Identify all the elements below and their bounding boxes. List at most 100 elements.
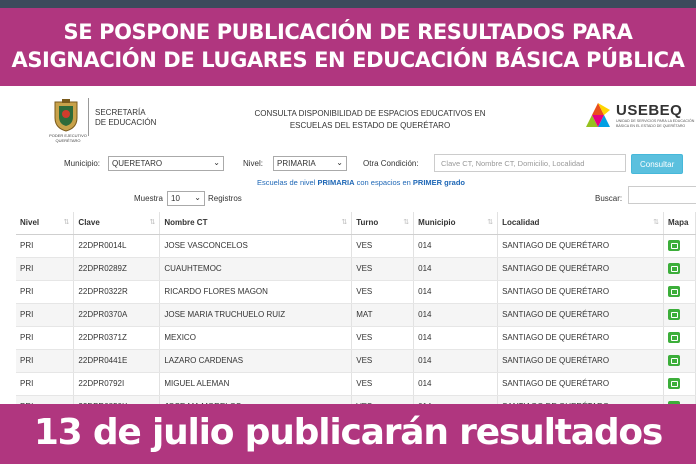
cell-localidad: SANTIAGO DE QUERÉTARO bbox=[497, 326, 664, 350]
cell-clave: 22DPR0370A bbox=[73, 303, 161, 327]
chevron-down-icon: ⌄ bbox=[336, 158, 343, 167]
cell-localidad: SANTIAGO DE QUERÉTARO bbox=[497, 349, 664, 373]
nivel-select[interactable]: PRIMARIA ⌄ bbox=[273, 156, 347, 171]
sort-icon: ⇅ bbox=[653, 219, 659, 226]
page-length-value: 10 bbox=[171, 194, 180, 203]
sort-icon: ⇅ bbox=[149, 219, 156, 226]
cell-clave: 22DPR0014L bbox=[73, 234, 161, 258]
cell-localidad: SANTIAGO DE QUERÉTARO bbox=[497, 280, 664, 304]
cell-nivel: PRI bbox=[16, 303, 75, 327]
header-divider bbox=[88, 98, 89, 136]
cell-clave: 22DPR0322R bbox=[73, 280, 161, 304]
col-header-clave[interactable]: Clave ⇅ bbox=[73, 212, 161, 235]
col-header-mapa-label: Mapa bbox=[667, 218, 689, 228]
cell-turno: VES bbox=[351, 349, 415, 373]
map-icon[interactable] bbox=[667, 309, 680, 320]
cell-municipio: 014 bbox=[413, 395, 499, 404]
col-header-nombre[interactable]: Nombre CT ⇅ bbox=[159, 212, 353, 235]
table-row: PRI 22DPR0371Z MEXICO VES 014 SANTIAGO D… bbox=[16, 326, 696, 350]
buscar-label: Buscar: bbox=[595, 194, 623, 203]
cell-nombre: MEXICO bbox=[159, 326, 353, 350]
sort-icon: ⇅ bbox=[403, 219, 410, 226]
usebeq-name: USEBEQ bbox=[616, 102, 683, 119]
map-icon[interactable] bbox=[667, 378, 680, 389]
cell-municipio: 014 bbox=[413, 349, 499, 373]
col-header-clave-label: Clave bbox=[78, 218, 100, 228]
muestra-label: Muestra bbox=[134, 194, 163, 203]
map-icon[interactable] bbox=[667, 355, 680, 366]
cell-mapa bbox=[663, 303, 696, 327]
cell-turno: VES bbox=[351, 372, 415, 396]
municipio-label: Municipio: bbox=[64, 159, 101, 168]
table-row: PRI 22DPR0370A JOSE MARIA TRUCHUELO RUIZ… bbox=[16, 303, 696, 327]
col-header-mapa[interactable]: Mapa bbox=[663, 212, 696, 235]
col-header-turno-label: Turno bbox=[356, 218, 379, 228]
sort-icon: ⇅ bbox=[487, 219, 494, 226]
page-length-select[interactable]: 10 ⌄ bbox=[167, 191, 205, 206]
col-header-nivel[interactable]: Nivel ⇅ bbox=[16, 212, 75, 235]
cell-localidad: SANTIAGO DE QUERÉTARO bbox=[497, 303, 664, 327]
usebeq-subtitle: UNIDAD DE SERVICIOS PARA LA EDUCACIÓN BÁ… bbox=[616, 119, 695, 128]
cell-nivel: PRI bbox=[16, 349, 75, 373]
cell-nombre: JOSE MA MORELOS bbox=[159, 395, 353, 404]
chevron-down-icon: ⌄ bbox=[194, 193, 201, 202]
page-title-line-2: ESCUELAS DEL ESTADO DE QUERÉTARO bbox=[289, 121, 451, 130]
cell-nivel: PRI bbox=[16, 395, 75, 404]
col-header-municipio[interactable]: Municipio ⇅ bbox=[413, 212, 499, 235]
page-title-line-1: CONSULTA DISPONIBILIDAD DE ESPACIOS EDUC… bbox=[254, 109, 486, 118]
nivel-select-value: PRIMARIA bbox=[277, 159, 316, 168]
cell-mapa bbox=[663, 257, 696, 281]
screenshot-page: PODER EJECUTIVO QUERÉTARO SECRETARÍA DE … bbox=[0, 86, 696, 404]
cell-clave: 22DPR0850X bbox=[73, 395, 161, 404]
cell-clave: 22DPR0441E bbox=[73, 349, 161, 373]
cell-mapa bbox=[663, 349, 696, 373]
cell-nivel: PRI bbox=[16, 234, 75, 258]
page-title: CONSULTA DISPONIBILIDAD DE ESPACIOS EDUC… bbox=[210, 108, 530, 132]
sort-icon: ⇅ bbox=[341, 219, 348, 226]
map-icon[interactable] bbox=[667, 263, 680, 274]
results-table: Nivel ⇅ Clave ⇅ Nombre CT ⇅ Turno ⇅ Municipi… bbox=[16, 212, 696, 404]
note-prefix: Escuelas de nivel bbox=[257, 178, 318, 187]
col-header-nivel-label: Nivel bbox=[20, 218, 40, 228]
registros-label: Registros bbox=[208, 194, 242, 203]
col-header-nombre-label: Nombre CT bbox=[164, 218, 208, 228]
table-row: PRI 22DPR0792I MIGUEL ALEMAN VES 014 SAN… bbox=[16, 372, 696, 396]
cell-turno: VES bbox=[351, 395, 415, 404]
note-grado: PRIMER grado bbox=[412, 178, 466, 187]
col-header-localidad[interactable]: Localidad ⇅ bbox=[497, 212, 664, 235]
map-icon[interactable] bbox=[667, 286, 680, 297]
municipio-select[interactable]: QUERETARO ⌄ bbox=[108, 156, 224, 171]
cell-mapa bbox=[663, 395, 696, 404]
length-control: Muestra 10 ⌄ Registros Buscar: bbox=[0, 190, 696, 208]
otra-condicion-label: Otra Condición: bbox=[363, 159, 419, 168]
otra-condicion-input[interactable]: Clave CT, Nombre CT, Domicilio, Localida… bbox=[434, 154, 626, 172]
cell-municipio: 014 bbox=[413, 257, 499, 281]
cell-turno: VES bbox=[351, 280, 415, 304]
note-middle: con espacios en bbox=[354, 178, 413, 187]
nivel-label: Nivel: bbox=[243, 159, 264, 168]
headline-banner: SE POSPONE PUBLICACIÓN DE RESULTADOS PAR… bbox=[0, 8, 696, 86]
headline-line-1: SE POSPONE PUBLICACIÓN DE RESULTADOS PAR… bbox=[63, 20, 633, 44]
buscar-input[interactable] bbox=[628, 186, 696, 204]
map-icon[interactable] bbox=[667, 332, 680, 343]
table-row: PRI 22DPR0289Z CUAUHTEMOC VES 014 SANTIA… bbox=[16, 257, 696, 281]
results-note: Escuelas de nivel PRIMARIA con espacios … bbox=[257, 178, 465, 187]
table-row: PRI 22DPR0322R RICARDO FLORES MAGON VES … bbox=[16, 280, 696, 304]
usebeq-logo-icon bbox=[586, 103, 610, 127]
bottom-banner: 13 de julio publicarán resultados bbox=[0, 404, 696, 464]
cell-clave: 22DPR0792I bbox=[73, 372, 161, 396]
cell-mapa bbox=[663, 372, 696, 396]
map-icon[interactable] bbox=[667, 240, 680, 251]
chevron-down-icon: ⌄ bbox=[213, 158, 220, 167]
cell-turno: VES bbox=[351, 234, 415, 258]
cell-municipio: 014 bbox=[413, 372, 499, 396]
cell-turno: VES bbox=[351, 326, 415, 350]
cell-municipio: 014 bbox=[413, 326, 499, 350]
cell-nombre: JOSE MARIA TRUCHUELO RUIZ bbox=[159, 303, 353, 327]
cell-nivel: PRI bbox=[16, 280, 75, 304]
col-header-turno[interactable]: Turno ⇅ bbox=[351, 212, 415, 235]
cell-nombre: MIGUEL ALEMAN bbox=[159, 372, 353, 396]
sort-asc-icon: ⇅ bbox=[63, 219, 70, 226]
cell-clave: 22DPR0371Z bbox=[73, 326, 161, 350]
consultar-button[interactable]: Consultar bbox=[631, 154, 684, 174]
